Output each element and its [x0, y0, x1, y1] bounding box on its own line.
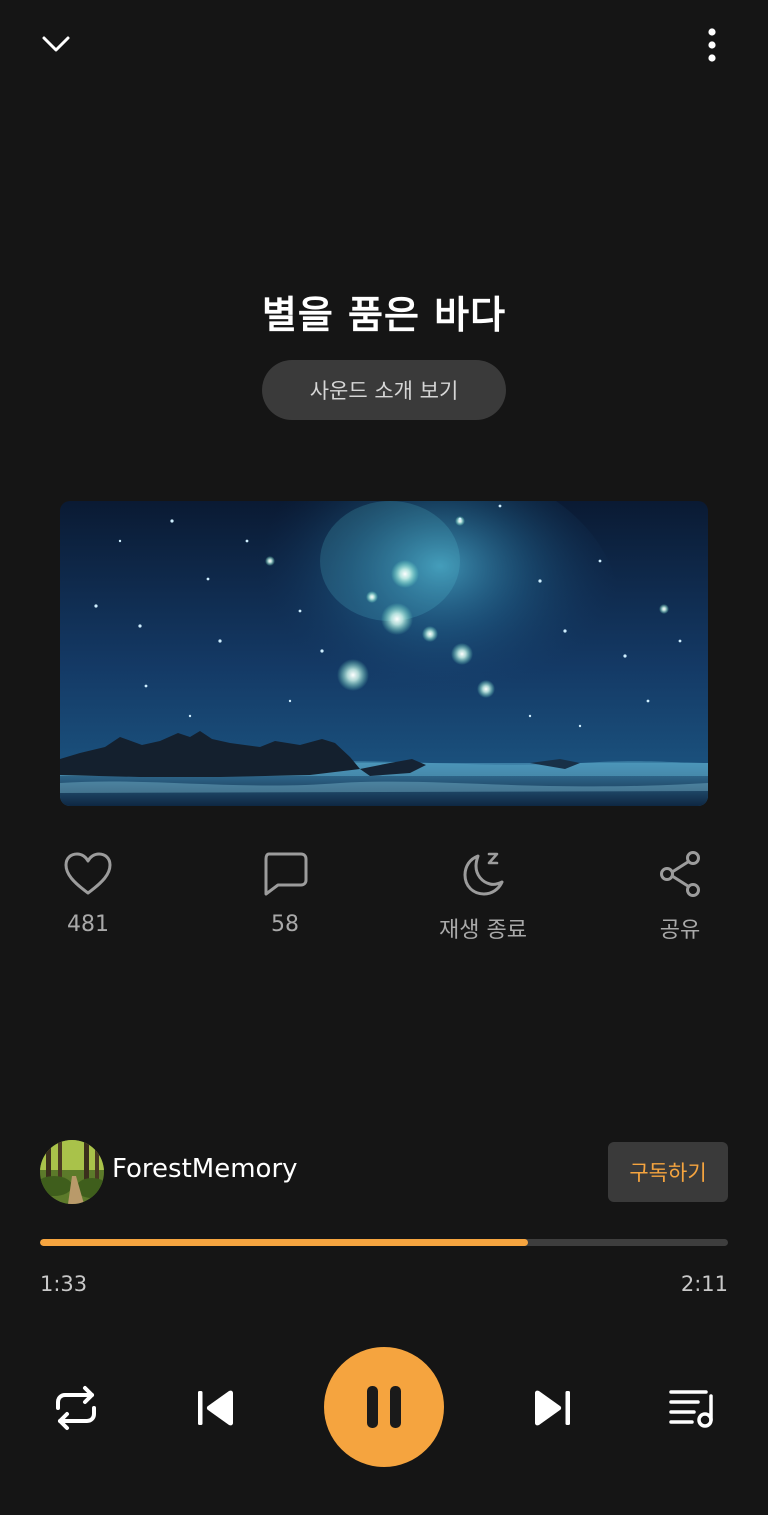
- player-screen: 별을 품은 바다 사운드 소개 보기 481 58 재생 종료 공유 Fores…: [0, 0, 768, 1515]
- share-button[interactable]: 공유: [620, 846, 740, 944]
- track-title: 별을 품은 바다: [261, 293, 507, 337]
- creator-avatar[interactable]: [40, 1140, 104, 1204]
- sleep-timer-button[interactable]: 재생 종료: [423, 846, 543, 944]
- playlist-button[interactable]: [660, 1378, 724, 1438]
- playlist-icon: [669, 1390, 713, 1428]
- creator-name[interactable]: ForestMemory: [112, 1154, 298, 1184]
- progress-fill: [40, 1239, 529, 1246]
- more-vertical-icon: [708, 28, 716, 62]
- skip-previous-icon: [198, 1390, 233, 1426]
- more-options-button[interactable]: [690, 20, 734, 70]
- next-button[interactable]: [522, 1378, 582, 1438]
- sound-intro-button[interactable]: 사운드 소개 보기: [262, 360, 506, 420]
- like-count: 481: [67, 912, 109, 937]
- subscribe-button[interactable]: 구독하기: [608, 1142, 728, 1202]
- total-time: 2:11: [680, 1272, 728, 1296]
- chevron-down-icon: [42, 36, 70, 52]
- share-label: 공유: [659, 918, 701, 943]
- starry-night-sea-image: [60, 501, 708, 806]
- share-icon: [660, 851, 700, 897]
- heart-icon: [64, 852, 112, 895]
- forest-path-avatar: [40, 1140, 104, 1204]
- collapse-button[interactable]: [30, 22, 82, 66]
- skip-next-icon: [535, 1390, 570, 1426]
- sleep-timer-label: 재생 종료: [439, 918, 527, 943]
- previous-button[interactable]: [186, 1378, 246, 1438]
- repeat-icon: [56, 1386, 96, 1430]
- comment-button[interactable]: 58: [225, 846, 345, 937]
- moon-icon: [463, 852, 504, 896]
- comment-icon: [264, 852, 308, 896]
- like-button[interactable]: 481: [28, 846, 148, 937]
- current-time: 1:33: [40, 1272, 88, 1296]
- pause-icon: [367, 1386, 401, 1428]
- play-pause-button[interactable]: [324, 1347, 444, 1467]
- comment-count: 58: [271, 912, 299, 937]
- repeat-button[interactable]: [40, 1378, 112, 1438]
- progress-bar[interactable]: [40, 1239, 728, 1246]
